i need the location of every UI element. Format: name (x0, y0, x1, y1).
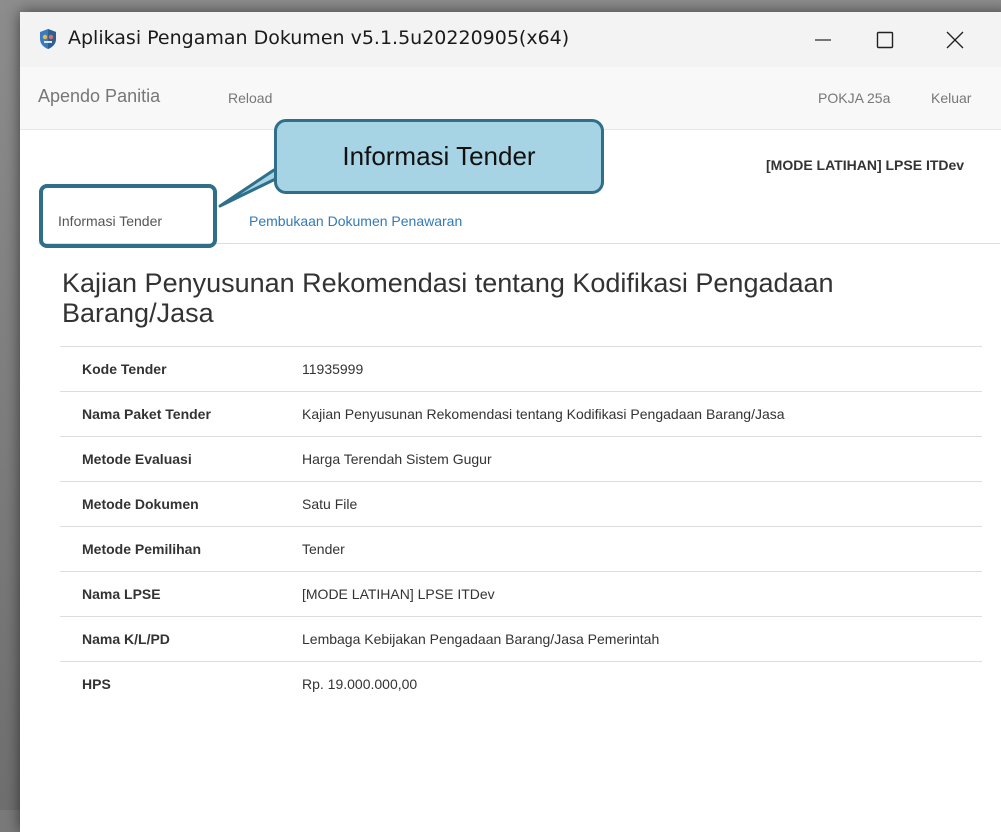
brand-link[interactable]: Apendo Panitia (38, 86, 160, 107)
tab-highlight-box (39, 184, 217, 248)
close-icon (946, 31, 964, 49)
window-title: Aplikasi Pengaman Dokumen v5.1.5u2022090… (68, 27, 570, 49)
table-row: Nama K/L/PD Lembaga Kebijakan Pengadaan … (60, 616, 982, 662)
row-label: Kode Tender (60, 346, 302, 392)
table-row: Kode Tender 11935999 (60, 346, 982, 392)
row-label: Metode Dokumen (60, 481, 302, 527)
page-title: Kajian Penyusunan Rekomendasi tentang Ko… (62, 268, 834, 328)
minimize-icon (815, 39, 831, 41)
callout-label: Informasi Tender (274, 119, 604, 194)
minimize-button[interactable] (798, 20, 848, 60)
row-label: Nama K/L/PD (60, 616, 302, 662)
row-value: [MODE LATIHAN] LPSE ITDev (302, 571, 982, 617)
lpse-mode-label: [MODE LATIHAN] LPSE ITDev (766, 157, 965, 173)
tender-info-table: Kode Tender 11935999 Nama Paket Tender K… (60, 346, 982, 706)
table-row: Nama LPSE [MODE LATIHAN] LPSE ITDev (60, 571, 982, 617)
row-value: Kajian Penyusunan Rekomendasi tentang Ko… (302, 391, 982, 437)
row-value: Rp. 19.000.000,00 (302, 661, 982, 706)
row-value: Satu File (302, 481, 982, 527)
row-label: Metode Evaluasi (60, 436, 302, 482)
app-shield-icon (36, 27, 60, 51)
table-row: Metode Evaluasi Harga Terendah Sistem Gu… (60, 436, 982, 482)
table-row: Metode Pemilihan Tender (60, 526, 982, 572)
user-name-link[interactable]: POKJA 25a (818, 90, 890, 106)
table-row: Nama Paket Tender Kajian Penyusunan Reko… (60, 391, 982, 437)
row-value: Harga Terendah Sistem Gugur (302, 436, 982, 482)
close-button[interactable] (930, 20, 980, 60)
table-row: Metode Dokumen Satu File (60, 481, 982, 527)
app-window: Aplikasi Pengaman Dokumen v5.1.5u2022090… (20, 12, 1001, 832)
maximize-button[interactable] (860, 20, 910, 60)
row-label: HPS (60, 661, 302, 706)
row-label: Metode Pemilihan (60, 526, 302, 572)
row-value: Lembaga Kebijakan Pengadaan Barang/Jasa … (302, 616, 982, 662)
logout-link[interactable]: Keluar (931, 90, 971, 106)
row-value: Tender (302, 526, 982, 572)
row-label: Nama Paket Tender (60, 391, 302, 437)
table-row: HPS Rp. 19.000.000,00 (60, 661, 982, 706)
reload-link[interactable]: Reload (228, 90, 272, 106)
title-bar[interactable]: Aplikasi Pengaman Dokumen v5.1.5u2022090… (20, 12, 1001, 67)
row-value: 11935999 (302, 346, 982, 392)
maximize-icon (876, 31, 894, 49)
row-label: Nama LPSE (60, 571, 302, 617)
